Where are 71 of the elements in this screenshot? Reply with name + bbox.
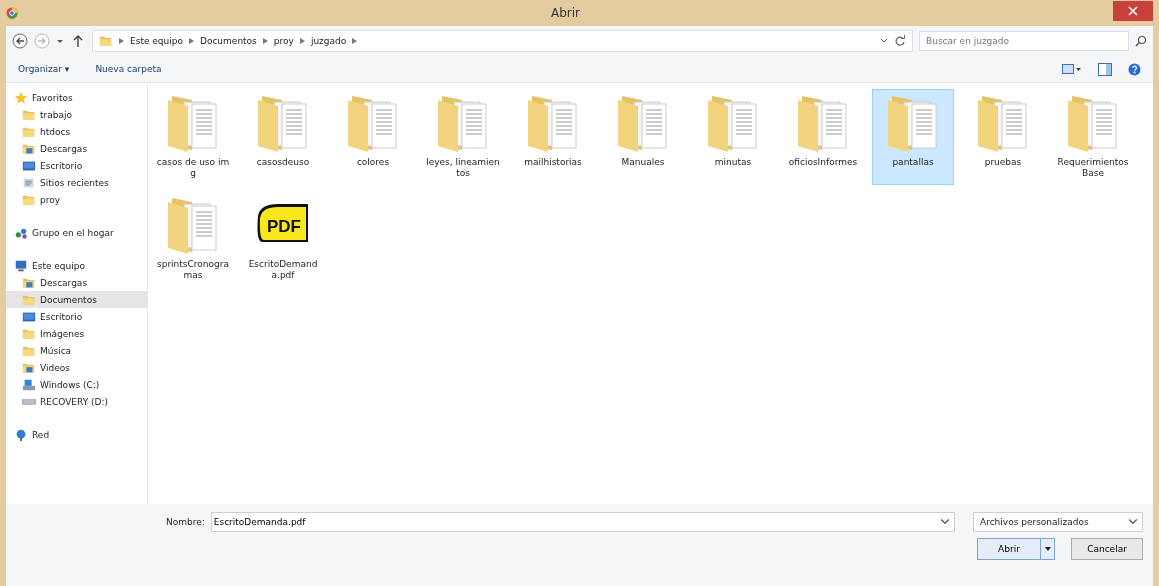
chevron-icon	[299, 38, 305, 44]
refresh-icon[interactable]	[894, 35, 906, 47]
chevron-icon[interactable]	[940, 517, 950, 527]
file-item[interactable]: Manuales	[602, 89, 684, 185]
sidebar-item[interactable]: Este equipo	[6, 257, 147, 274]
file-type-dropdown[interactable]: Archivos personalizados	[973, 512, 1143, 532]
chevron-icon	[119, 38, 124, 44]
caret-icon[interactable]	[1043, 545, 1052, 553]
chevron-icon	[352, 38, 358, 44]
sidebar-item[interactable]: Escritorio	[6, 157, 147, 174]
chevron-icon	[189, 38, 194, 44]
sidebar-item[interactable]: Grupo en el hogar	[6, 224, 147, 241]
sidebar-item[interactable]: Escritorio	[6, 308, 147, 325]
breadcrumb[interactable]: Este equipo	[130, 36, 183, 46]
file-item[interactable]: casos de uso img	[152, 89, 234, 185]
sidebar-item[interactable]: Favoritos	[6, 89, 147, 106]
file-name-combobox[interactable]: EscritoDemanda.pdf	[210, 512, 955, 532]
sidebar-item[interactable]: Imágenes	[6, 325, 147, 342]
sidebar-item[interactable]: Red	[6, 426, 147, 443]
breadcrumb[interactable]: Documentos	[200, 36, 257, 46]
file-name-field[interactable]: EscritoDemanda.pdf	[211, 516, 940, 528]
file-item[interactable]: casosdeuso	[242, 89, 324, 185]
view-icon[interactable]	[1062, 63, 1082, 75]
folder-icon	[99, 34, 113, 48]
sidebar-item[interactable]: RECOVERY (D:)	[6, 393, 147, 410]
preview-pane-icon[interactable]	[1098, 62, 1112, 76]
close-button[interactable]	[1113, 1, 1153, 21]
close-icon[interactable]	[1128, 6, 1138, 16]
file-item[interactable]: pruebas	[962, 89, 1044, 185]
sidebar-item[interactable]: Descargas	[6, 274, 147, 291]
sidebar-item[interactable]: proy	[6, 191, 147, 208]
search-icon[interactable]	[1135, 35, 1147, 47]
breadcrumb[interactable]: proy	[273, 36, 294, 46]
address-bar[interactable]: Este equipo Documentos proy juzgado	[92, 30, 913, 52]
computer-icon	[14, 258, 28, 273]
open-dropdown-button[interactable]	[1040, 539, 1054, 559]
chevron-icon	[262, 38, 268, 44]
file-item[interactable]: oficiosInformes	[782, 89, 864, 185]
file-item[interactable]: leyes, lineamientos	[422, 89, 504, 185]
file-item[interactable]: colores	[332, 89, 414, 185]
organize-menu[interactable]: Organizar ▾	[18, 64, 70, 74]
sidebar-item[interactable]: Sitios recientes	[6, 174, 147, 191]
network-icon	[14, 427, 28, 442]
file-item[interactable]: mailhistorias	[512, 89, 594, 185]
sidebar-item[interactable]: Documentos	[6, 291, 147, 308]
system-drive-icon	[22, 377, 36, 392]
breadcrumb[interactable]: juzgado	[310, 36, 347, 46]
drive-icon	[22, 398, 36, 405]
file-item[interactable]: minutas	[692, 89, 774, 185]
file-item[interactable]: sprintsCronogramas	[152, 190, 234, 286]
search-field[interactable]: Buscar en juzgado	[919, 31, 1129, 51]
new-folder-button[interactable]: Nueva carpeta	[95, 64, 162, 74]
back-icon[interactable]	[12, 33, 28, 49]
chevron-icon[interactable]	[1128, 517, 1138, 527]
sidebar-item[interactable]: Música	[6, 342, 147, 359]
name-label: Nombre:	[166, 517, 205, 527]
sidebar-item[interactable]: htdocs	[6, 123, 147, 140]
sidebar-item[interactable]: trabajo	[6, 106, 147, 123]
sidebar-item[interactable]: Descargas	[6, 140, 147, 157]
star-icon	[14, 90, 28, 105]
help-icon[interactable]	[1128, 62, 1141, 76]
app-icon	[6, 7, 18, 19]
file-item[interactable]: pantallas	[872, 89, 954, 185]
caret-icon[interactable]	[56, 37, 64, 45]
sidebar-item[interactable]: Videos	[6, 359, 147, 376]
chevron-icon[interactable]	[880, 37, 888, 45]
file-item[interactable]: PDF EscritoDemanda.pdf	[242, 190, 324, 286]
file-item[interactable]: RequerimientosBase	[1052, 89, 1134, 185]
window-title: Abrir	[550, 6, 581, 20]
sidebar-item[interactable]: Windows (C:)	[6, 376, 147, 393]
cancel-button[interactable]: Cancelar	[1071, 538, 1143, 560]
